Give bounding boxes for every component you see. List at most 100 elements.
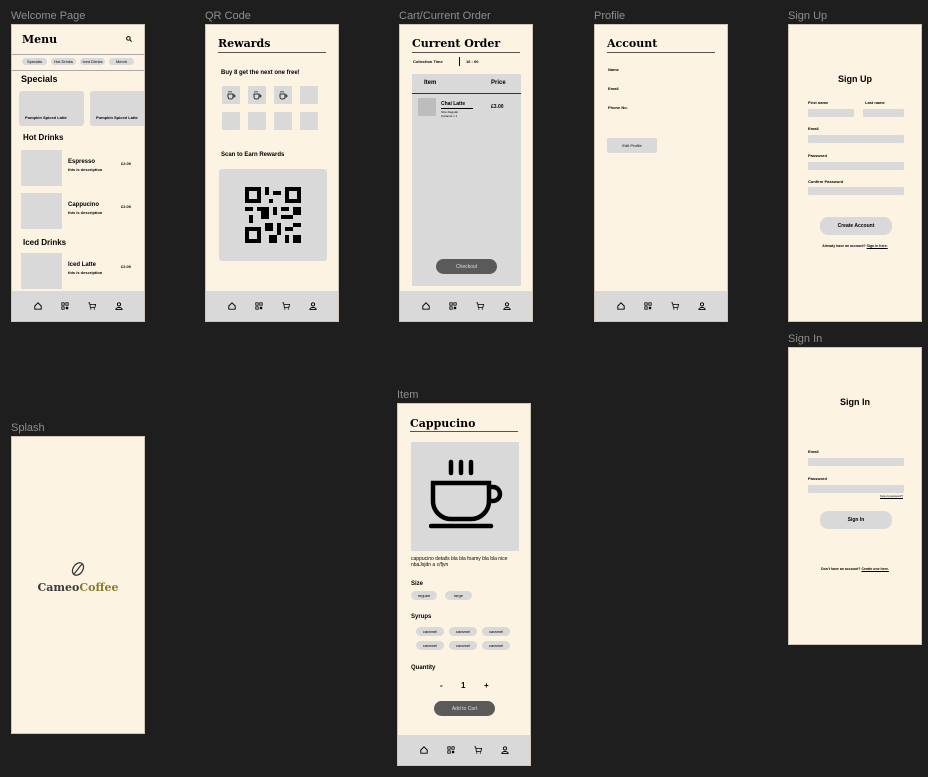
user-icon[interactable] bbox=[308, 302, 317, 310]
stamp-empty bbox=[300, 86, 318, 104]
email-label: Email bbox=[808, 126, 819, 131]
chip-iced-drinks[interactable]: Iced Drinks bbox=[80, 58, 105, 65]
brand-name-first: Cameo bbox=[37, 581, 80, 594]
brand-logo: CameoCoffee bbox=[12, 581, 144, 594]
first-name-input[interactable] bbox=[808, 109, 854, 117]
iced-drinks-heading: Iced Drinks bbox=[23, 238, 67, 247]
syrup-option[interactable]: caramel bbox=[482, 641, 510, 650]
item-thumbnail bbox=[21, 193, 62, 229]
collection-time-value[interactable]: 16 : 00 bbox=[466, 59, 478, 64]
special-card-label: Pumpkin Spiced Latte bbox=[25, 115, 67, 120]
syrup-option[interactable]: caramel bbox=[416, 641, 444, 650]
col-header-item: Item bbox=[424, 80, 437, 86]
home-icon[interactable] bbox=[616, 302, 625, 310]
user-icon[interactable] bbox=[500, 746, 509, 754]
list-item[interactable]: Iced Latte this is description £2.00 bbox=[21, 253, 141, 289]
profile-field-email: Email bbox=[608, 86, 619, 91]
stamp-empty bbox=[274, 112, 292, 130]
special-card[interactable]: Pumpkin Spiced Latte bbox=[90, 91, 144, 126]
page-title: Current Order bbox=[412, 37, 501, 50]
qr-icon[interactable] bbox=[60, 302, 69, 310]
email-input[interactable] bbox=[808, 135, 904, 143]
qr-icon[interactable] bbox=[448, 302, 457, 310]
qr-icon[interactable] bbox=[643, 302, 652, 310]
signin-button[interactable]: Sign In bbox=[820, 511, 892, 529]
cart-icon[interactable] bbox=[281, 302, 290, 310]
edit-profile-button[interactable]: Edit Profile bbox=[607, 138, 657, 153]
item-price: £2.00 bbox=[121, 264, 132, 269]
page-title: Menu bbox=[22, 33, 58, 46]
bottom-nav bbox=[400, 291, 532, 321]
item-name: Iced Latte bbox=[68, 262, 97, 268]
email-label: Email bbox=[808, 449, 819, 454]
search-icon[interactable] bbox=[126, 36, 132, 42]
user-icon[interactable] bbox=[114, 302, 123, 310]
size-option-regular[interactable]: regular bbox=[411, 591, 437, 600]
cart-frame: Current Order Collection Time 16 : 00 It… bbox=[399, 24, 533, 322]
qr-icon[interactable] bbox=[446, 746, 455, 754]
item-desc: this is description bbox=[68, 270, 103, 275]
divider bbox=[459, 57, 460, 66]
home-icon[interactable] bbox=[419, 746, 428, 754]
item-thumbnail bbox=[21, 150, 62, 186]
add-to-cart-button[interactable]: Add to Cart bbox=[434, 701, 495, 716]
last-name-input[interactable] bbox=[863, 109, 904, 117]
home-icon[interactable] bbox=[421, 302, 430, 310]
create-account-button[interactable]: Create Account bbox=[820, 217, 892, 235]
signup-frame: Sign Up First name Last name Email Passw… bbox=[788, 24, 922, 322]
special-card[interactable]: Pumpkin Spiced Latte bbox=[19, 91, 84, 126]
syrup-option[interactable]: caramel bbox=[449, 641, 477, 650]
checkout-button[interactable]: Checkout bbox=[436, 259, 497, 274]
line-item-price: £3.00 bbox=[491, 104, 504, 110]
item-desc: this is description bbox=[68, 167, 103, 172]
frame-label-splash: Splash bbox=[11, 422, 45, 434]
page-title: Rewards bbox=[218, 37, 271, 50]
item-name: Cappucino bbox=[68, 202, 99, 208]
rewards-frame: Rewards Buy 8 get the next one free! Sca… bbox=[205, 24, 339, 322]
signup-prompt: Don't have an account? Create one here. bbox=[789, 567, 921, 571]
size-option-large[interactable]: large bbox=[445, 591, 472, 600]
home-icon[interactable] bbox=[33, 302, 42, 310]
quantity-increase-button[interactable]: + bbox=[484, 681, 489, 690]
frame-label-welcome: Welcome Page bbox=[11, 10, 86, 22]
item-frame: Cappucino cappucino details bla bla foam… bbox=[397, 403, 531, 766]
syrups-heading: Syrups bbox=[411, 614, 432, 620]
chip-merch[interactable]: Merch bbox=[109, 58, 134, 65]
frame-label-signup: Sign Up bbox=[788, 10, 828, 22]
product-image bbox=[411, 442, 519, 551]
password-input[interactable] bbox=[808, 162, 904, 170]
signin-link[interactable]: Sign in here. bbox=[867, 244, 888, 248]
list-item[interactable]: Espresso this is description £2.00 bbox=[21, 150, 141, 186]
bottom-nav bbox=[12, 291, 144, 321]
user-icon[interactable] bbox=[697, 302, 706, 310]
email-input[interactable] bbox=[808, 458, 904, 466]
confirm-password-input[interactable] bbox=[808, 187, 904, 195]
password-input[interactable] bbox=[808, 485, 904, 493]
qr-icon[interactable] bbox=[254, 302, 263, 310]
product-description: cappucino details bla bla foamy bla bla … bbox=[411, 556, 508, 568]
list-item[interactable]: Cappucino this is description £2.00 bbox=[21, 193, 141, 229]
cart-icon[interactable] bbox=[87, 302, 96, 310]
stamp-empty bbox=[222, 112, 240, 130]
rewards-promo: Buy 8 get the next one free! bbox=[221, 70, 300, 76]
frame-label-signin: Sign In bbox=[788, 333, 823, 345]
signup-link[interactable]: Create one here. bbox=[861, 567, 888, 571]
cart-icon[interactable] bbox=[473, 746, 482, 754]
home-icon[interactable] bbox=[227, 302, 236, 310]
profile-frame: Account Name Email Phone No. Edit Profil… bbox=[594, 24, 728, 322]
cart-icon[interactable] bbox=[475, 302, 484, 310]
user-icon[interactable] bbox=[502, 302, 511, 310]
quantity-decrease-button[interactable]: - bbox=[440, 681, 443, 690]
syrup-option[interactable]: caramel bbox=[482, 627, 510, 636]
profile-field-phone: Phone No. bbox=[608, 105, 628, 110]
syrup-option[interactable]: caramel bbox=[449, 627, 477, 636]
chip-hot-drinks[interactable]: Hot Drinks bbox=[51, 58, 76, 65]
forgot-password-link[interactable]: forgot password? bbox=[880, 494, 903, 498]
bottom-nav bbox=[595, 291, 727, 321]
syrup-option[interactable]: caramel bbox=[416, 627, 444, 636]
page-title: Sign In bbox=[840, 397, 870, 407]
cart-icon[interactable] bbox=[670, 302, 679, 310]
line-item-name: Chai Latte bbox=[441, 101, 466, 107]
chip-specials[interactable]: Specials bbox=[22, 58, 47, 65]
stamp-filled bbox=[274, 86, 292, 104]
